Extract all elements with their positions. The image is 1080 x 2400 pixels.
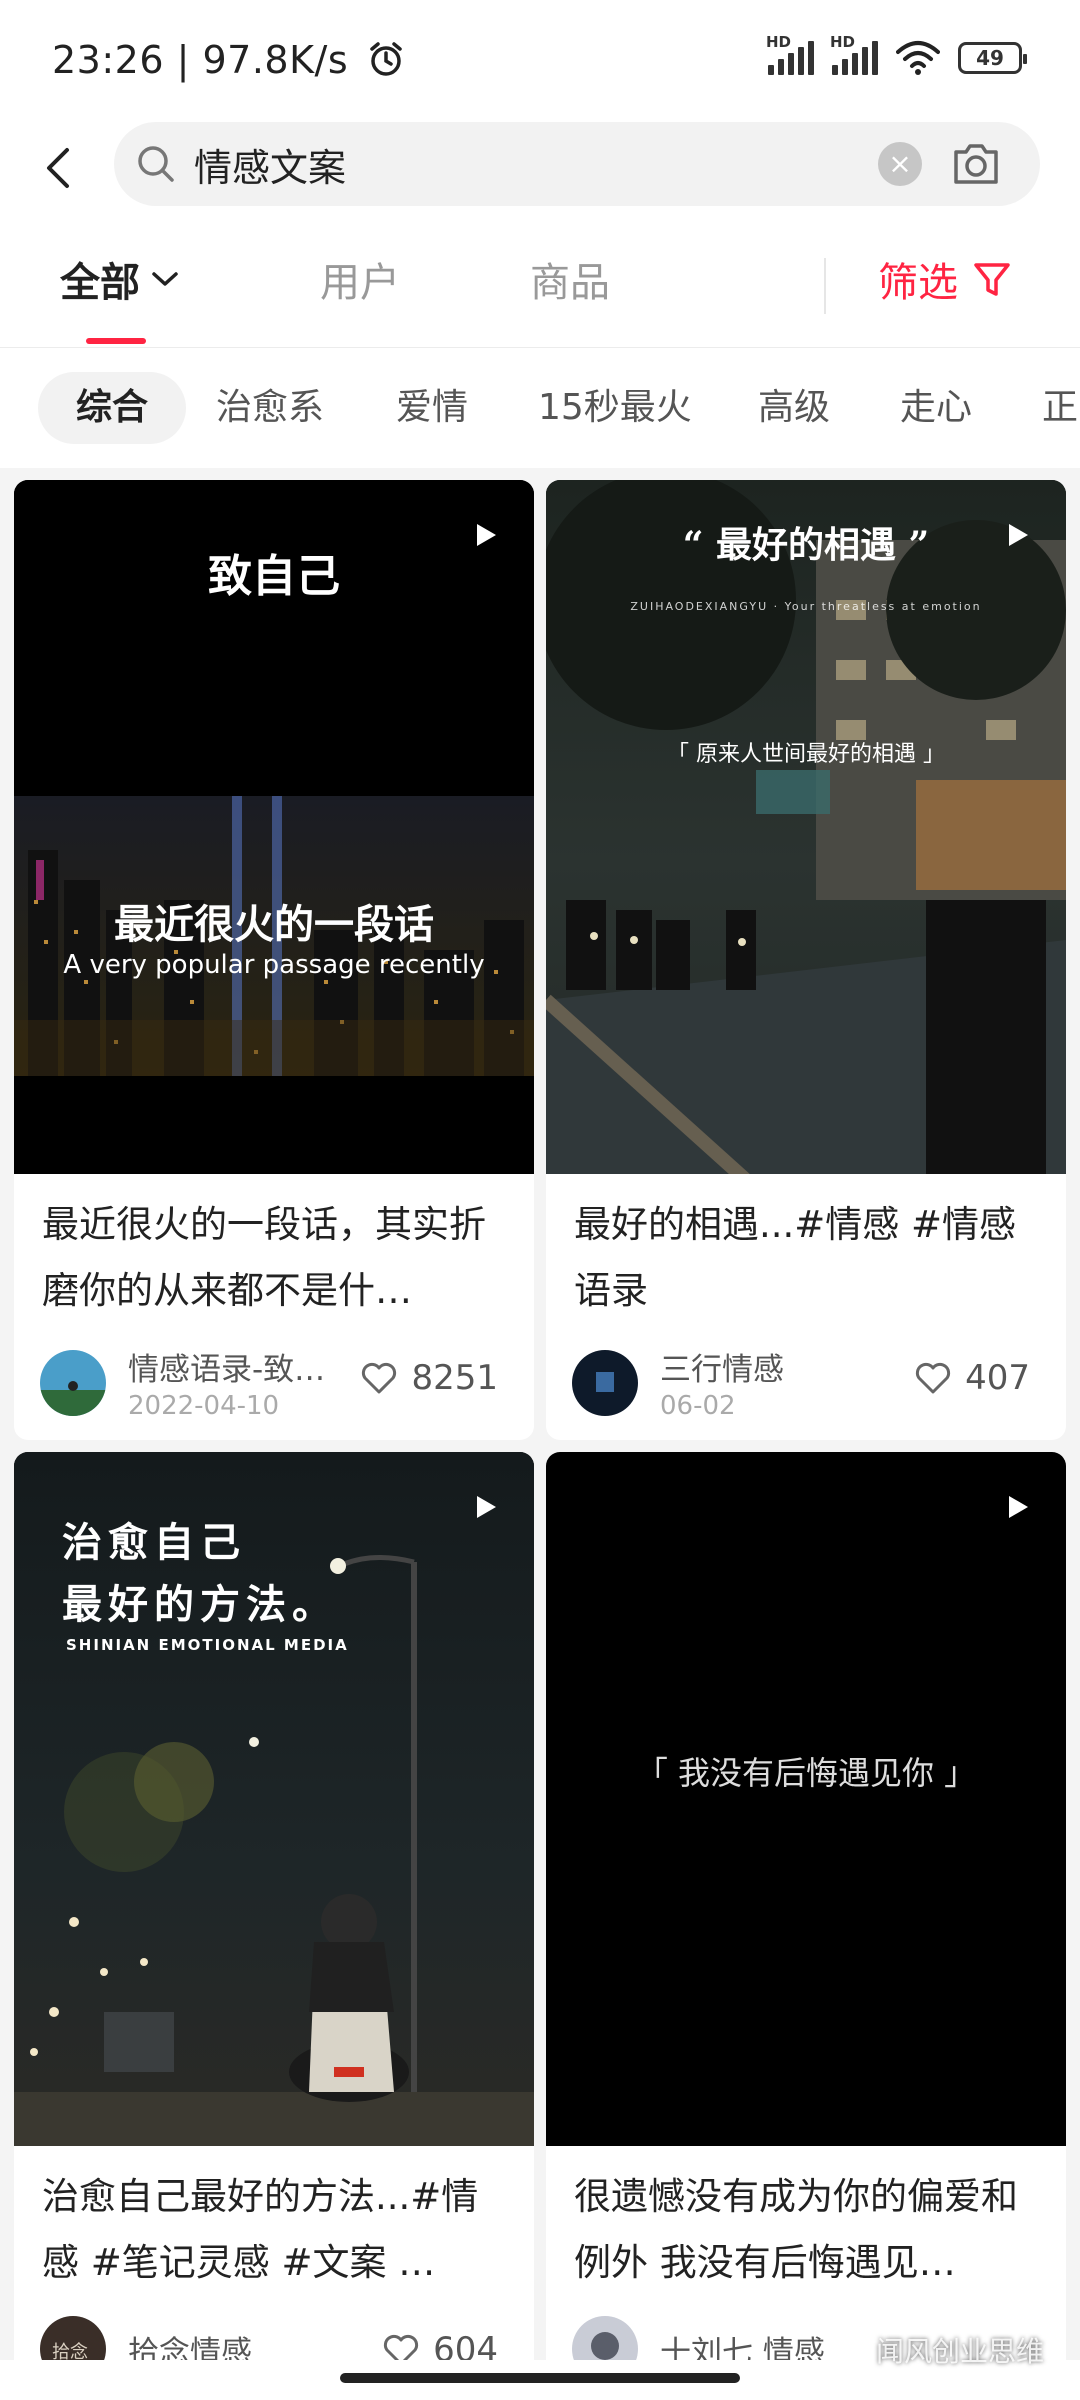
chip-healing[interactable]: 治愈系	[216, 372, 324, 444]
author-name: 三行情感	[660, 1352, 784, 1388]
cover-caption: 「 原来人世间最好的相遇 」	[667, 742, 945, 767]
wifi-icon	[896, 41, 940, 75]
result-type-tabs: 全部 用户 商品 筛选	[0, 220, 1080, 348]
note-cover[interactable]: “ 最好的相遇 ” ZUIHAODEXIANGYU · Your threatl…	[546, 480, 1066, 1174]
note-author[interactable]: 三行情感 06-02	[572, 1344, 880, 1421]
filter-button[interactable]: 筛选	[878, 250, 1012, 308]
note-title[interactable]: 最好的相遇...#情感 #情感语录	[574, 1192, 1044, 1324]
chip-comprehensive[interactable]: 综合	[38, 372, 187, 444]
chip-love[interactable]: 爱情	[396, 372, 468, 444]
cover-title-line2: 最好的方法。	[62, 1581, 338, 1628]
hd-label: HD	[830, 33, 856, 51]
clear-icon: ×	[888, 147, 912, 180]
note-card[interactable]: 「 我没有后悔遇见你 」 很遗憾没有成为你的偏爱和例外 我没有后悔遇见… 十刘七…	[546, 1452, 1066, 2400]
search-box[interactable]: ×	[114, 122, 1040, 206]
chip-premium[interactable]: 高级	[758, 372, 830, 444]
play-icon	[1009, 1496, 1028, 1518]
back-icon	[47, 148, 69, 188]
note-card[interactable]: “ 最好的相遇 ” ZUIHAODEXIANGYU · Your threatl…	[546, 480, 1066, 1440]
clock-time: 23:26	[52, 38, 165, 82]
note-cover[interactable]: 致自己 最近很火的一段话 A very popular passage rece…	[14, 480, 534, 1174]
home-indicator[interactable]	[340, 2373, 740, 2383]
like-button[interactable]: 8251	[361, 1358, 498, 1398]
like-count: 8251	[411, 1358, 498, 1398]
status-icons: HD HD 49	[766, 33, 1027, 76]
heart-icon	[916, 1362, 951, 1394]
heart-icon	[362, 1362, 397, 1394]
battery-icon: 49	[958, 42, 1027, 74]
note-cover[interactable]: 治愈自己 最好的方法。 SHINIAN EMOTIONAL MEDIA	[14, 1452, 534, 2146]
cover-title: 致自己	[208, 551, 340, 602]
status-bar: 23:26 | 97.8K/s HD HD 49	[0, 0, 1080, 120]
tab-users[interactable]: 用户	[320, 250, 400, 308]
tab-goods[interactable]: 商品	[530, 250, 610, 308]
status-separator: |	[176, 38, 203, 82]
note-title[interactable]: 最近很火的一段话，其实折磨你的从来都不是什…	[42, 1192, 512, 1324]
note-cover[interactable]: 「 我没有后悔遇见你 」	[546, 1452, 1066, 2146]
cover-text-en: A very popular passage recently	[63, 950, 485, 980]
tab-divider	[824, 258, 826, 314]
chip-more[interactable]: 正	[1042, 372, 1078, 444]
like-count: 407	[965, 1358, 1030, 1398]
search-bar-row: ×	[0, 120, 1080, 220]
chip-15s-hot[interactable]: 15秒最火	[538, 372, 692, 444]
camera-icon[interactable]	[948, 136, 1004, 192]
signal-icon: HD	[766, 33, 814, 75]
filter-icon	[974, 263, 1010, 296]
post-date: 2022-04-10	[128, 1391, 280, 1421]
post-date: 06-02	[660, 1391, 736, 1421]
back-button[interactable]	[26, 136, 90, 200]
play-icon	[477, 1496, 496, 1518]
wechat-icon	[831, 2336, 866, 2362]
cover-image	[546, 480, 1066, 1174]
note-title[interactable]: 治愈自己最好的方法...#情感 #笔记灵感 #文案 …	[42, 2164, 512, 2296]
watermark-text: 闻风创业思维	[875, 2335, 1044, 2368]
cover-title-line1: 治愈自己	[62, 1519, 246, 1566]
cover-text-cn: 最近很火的一段话	[114, 902, 434, 948]
cover-title: “ 最好的相遇 ”	[682, 524, 930, 566]
network-speed: 97.8K/s	[202, 38, 349, 82]
chip-heartfelt[interactable]: 走心	[900, 372, 972, 444]
alarm-icon	[369, 42, 402, 76]
signal-icon: HD	[830, 33, 878, 75]
hd-label: HD	[766, 33, 792, 51]
clear-button[interactable]: ×	[878, 142, 922, 186]
status-time: 23:26 | 97.8K/s	[52, 38, 405, 82]
note-author[interactable]: 情感语录-致… 2022-04-10	[40, 1344, 348, 1421]
cover-subtitle: ZUIHAODEXIANGYU · Your threatless at emo…	[630, 600, 982, 613]
note-title[interactable]: 很遗憾没有成为你的偏爱和例外 我没有后悔遇见…	[574, 2164, 1044, 2296]
chevron-down-icon	[152, 272, 178, 286]
note-card[interactable]: 治愈自己 最好的方法。 SHINIAN EMOTIONAL MEDIA 治愈自己…	[14, 1452, 534, 2400]
filter-label: 筛选	[878, 260, 958, 306]
tab-all-label: 全部	[60, 260, 140, 306]
like-button[interactable]: 407	[915, 1358, 1030, 1398]
cover-brand: SHINIAN EMOTIONAL MEDIA	[66, 1636, 349, 1654]
active-tab-indicator	[86, 338, 146, 344]
topic-chips: 综合 治愈系 爱情 15秒最火 高级 走心 正	[0, 348, 1080, 468]
note-card[interactable]: 致自己 最近很火的一段话 A very popular passage rece…	[14, 480, 534, 1440]
avatar[interactable]	[40, 1349, 106, 1416]
tab-all[interactable]: 全部	[60, 250, 180, 308]
search-input[interactable]	[194, 134, 874, 194]
watermark: 闻风创业思维	[831, 2330, 1044, 2370]
cover-caption: 「 我没有后悔遇见你 」	[635, 1754, 977, 1792]
author-name: 情感语录-致…	[128, 1352, 326, 1388]
battery-level: 49	[976, 46, 1004, 70]
search-icon	[138, 146, 174, 182]
avatar[interactable]	[572, 1349, 638, 1416]
